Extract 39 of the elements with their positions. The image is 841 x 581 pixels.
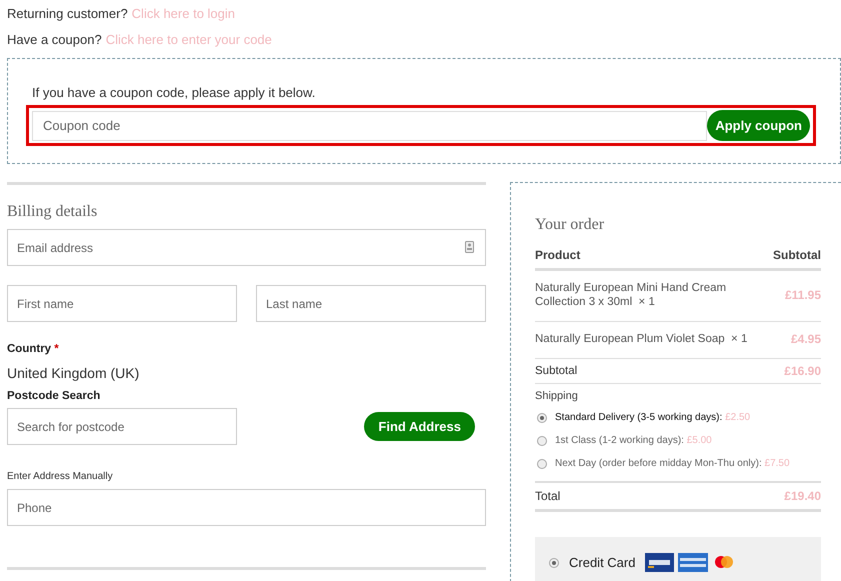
item-price: £11.95 <box>784 288 821 302</box>
radio-button[interactable] <box>537 458 547 468</box>
last-name-field[interactable]: Last name <box>256 285 486 322</box>
shipping-label: Shipping <box>535 389 579 402</box>
apply-coupon-button[interactable]: Apply coupon <box>707 110 810 141</box>
total-label: Total <box>535 489 560 503</box>
notice-text: Returning customer? <box>7 6 128 22</box>
manual-address-link[interactable]: Enter Address Manually <box>7 471 486 482</box>
column-header: Product <box>535 248 580 262</box>
shipping-option: 1st Class (1-2 working days): £5.00 <box>555 435 712 446</box>
postcode-field[interactable]: Search for postcode <box>7 408 237 445</box>
payment-method-label: Credit Card <box>569 555 636 570</box>
card-icon <box>645 553 674 572</box>
notice-text: Have a coupon? <box>7 32 102 48</box>
total-value: £19.40 <box>784 489 821 503</box>
column-header: Subtotal <box>773 248 821 262</box>
product-name: Naturally European Plum Violet Soap × 1 <box>535 332 748 346</box>
coupon-field[interactable]: Coupon code <box>32 110 708 140</box>
billing-title: Billing details <box>7 203 98 221</box>
shipping-option: Standard Delivery (3-5 working days): £2.50 <box>555 412 750 423</box>
coupon-intro: If you have a coupon code, please apply it below. <box>32 85 316 100</box>
radio-button[interactable] <box>549 558 559 568</box>
contact-card-icon <box>465 241 474 253</box>
item-price: £4.95 <box>790 332 821 346</box>
order-title: Your order <box>535 216 606 234</box>
subtotal-value: £16.90 <box>784 364 821 378</box>
find-address-button[interactable]: Find Address <box>364 412 475 441</box>
country-label: Country * <box>7 343 60 355</box>
email-field[interactable]: Email address <box>7 229 486 266</box>
country-value: United Kingdom (UK) <box>7 365 140 381</box>
card-icon <box>678 553 708 572</box>
radio-button[interactable] <box>537 436 547 446</box>
subtotal-label: Subtotal <box>535 365 578 377</box>
phone-field[interactable]: Phone <box>7 489 486 526</box>
first-name-field[interactable]: First name <box>7 285 237 322</box>
product-name: Naturally European Mini Hand Cream Collection 3 x 30ml × 1 <box>535 281 728 309</box>
shipping-option: Next Day (order before midday Mon-Thu only): £7.50 <box>555 458 790 469</box>
postcode-label: Postcode Search <box>7 390 102 402</box>
radio-button[interactable] <box>537 412 547 422</box>
